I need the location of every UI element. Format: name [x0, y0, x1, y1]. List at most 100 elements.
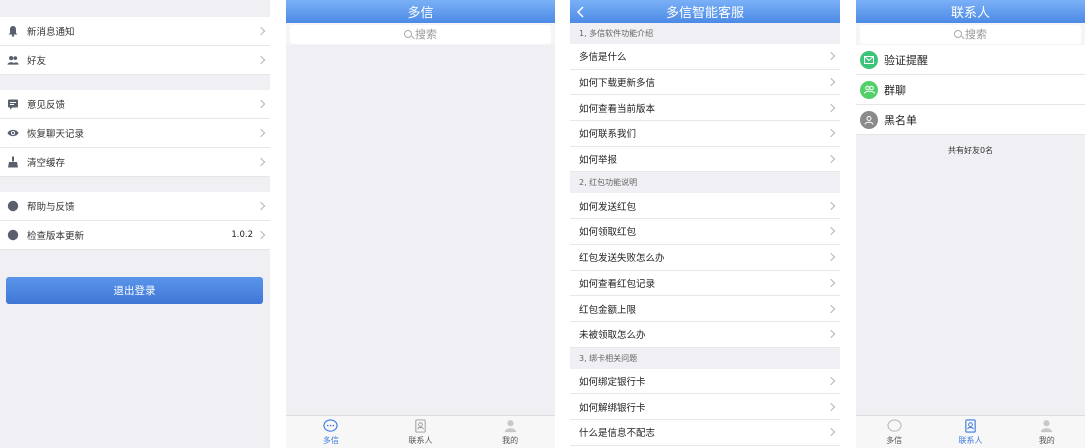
contacts-list: 验证提醒 群聊 黑名单: [856, 45, 1085, 135]
search-icon: [954, 30, 962, 38]
envelope-icon: [860, 50, 878, 69]
screenshot-stage: 新消息通知 好友 意见反馈 恢复聊天记录 清空缓存 帮助与反馈 检查版本更新 1…: [0, 0, 1085, 448]
settings-item-friends[interactable]: 好友: [0, 46, 270, 75]
settings-item-clear-cache[interactable]: 清空缓存: [0, 148, 270, 177]
contact-item-blacklist[interactable]: 黑名单: [856, 105, 1085, 135]
tab-label: 我的: [502, 435, 519, 445]
contacts-icon: [965, 418, 976, 433]
faq-item[interactable]: 红包金额上限: [570, 296, 840, 322]
contacts-search-bar: 搜索: [856, 23, 1085, 45]
tab-chats[interactable]: 多信: [856, 416, 932, 448]
search-input[interactable]: 搜索: [290, 24, 551, 44]
tab-label: 联系人: [408, 435, 433, 445]
tab-label: 多信: [886, 435, 903, 445]
blacklist-icon: [860, 110, 878, 129]
bell-icon: [7, 25, 19, 37]
eye-icon: [7, 127, 19, 139]
chevron-right-icon: [256, 230, 266, 240]
faq-item[interactable]: 如何联系我们: [570, 121, 840, 147]
search-placeholder: 搜索: [965, 28, 987, 41]
settings-item-label: 意见反馈: [27, 100, 66, 111]
faq-item-label: 红包金额上限: [579, 304, 637, 316]
chevron-right-icon: [826, 252, 836, 262]
faq-item[interactable]: 如何查看红包记录: [570, 270, 840, 297]
tab-me[interactable]: 我的: [1009, 416, 1085, 448]
faq-item-label: 如何联系我们: [579, 129, 637, 141]
faq-item-label: 如何领取红包: [579, 227, 637, 239]
tab-contacts[interactable]: 联系人: [376, 416, 466, 448]
contact-item-label: 群聊: [884, 83, 906, 97]
settings-panel: 新消息通知 好友 意见反馈 恢复聊天记录 清空缓存 帮助与反馈 检查版本更新 1…: [0, 0, 270, 448]
tab-me[interactable]: 我的: [465, 416, 555, 448]
chevron-right-icon: [826, 402, 836, 411]
chats-header: 多信: [286, 0, 555, 23]
feedback-icon: [7, 98, 19, 110]
service-panel: 多信智能客服 1, 多信软件功能介绍 多信是什么 如何下载更新多信 如何查看当前…: [570, 0, 840, 448]
faq-item-label: 如何绑定银行卡: [579, 376, 646, 388]
faq-item[interactable]: 红包发送失败怎么办: [570, 244, 840, 271]
faq-item[interactable]: 如何发送红包: [570, 193, 840, 220]
chats-search-bar: 搜索: [286, 23, 555, 45]
faq-item[interactable]: 如何绑定银行卡: [570, 368, 840, 395]
settings-group-3: 帮助与反馈 检查版本更新 1.0.2: [0, 192, 270, 250]
faq-item[interactable]: 多信是什么: [570, 44, 840, 70]
tab-label: 我的: [1038, 435, 1055, 445]
contacts-panel: 联系人 搜索 验证提醒 群聊 黑名单 共有好友0名 多信 联系人 我的: [856, 0, 1085, 448]
faq-item[interactable]: 如何举报: [570, 146, 840, 173]
faq-item[interactable]: 什么是信息不配志: [570, 419, 840, 446]
faq-item-label: 如何发送红包: [579, 201, 637, 213]
settings-item-feedback[interactable]: 意见反馈: [0, 90, 270, 119]
tab-chats[interactable]: 多信: [286, 416, 376, 448]
faq-item[interactable]: 如何下载更新多信: [570, 69, 840, 96]
faq-list: 1, 多信软件功能介绍 多信是什么 如何下载更新多信 如何查看当前版本 如何联系…: [570, 23, 840, 446]
chevron-right-icon: [256, 55, 266, 65]
contact-item-label: 验证提醒: [884, 53, 928, 67]
person-icon: [504, 419, 516, 432]
page-title: 联系人: [950, 6, 990, 21]
faq-item-label: 多信是什么: [579, 52, 627, 64]
settings-item-label: 好友: [27, 56, 47, 67]
chevron-right-icon: [256, 157, 266, 167]
faq-item[interactable]: 未被领取怎么办: [570, 321, 840, 348]
tab-contacts[interactable]: 联系人: [932, 416, 1008, 448]
friends-icon: [7, 54, 19, 66]
chevron-right-icon: [826, 278, 836, 288]
chat-bubble-icon: [887, 418, 902, 432]
logout-button[interactable]: 退出登录: [6, 277, 263, 304]
chevron-right-icon: [826, 227, 836, 236]
contact-item-verify[interactable]: 验证提醒: [856, 45, 1085, 75]
chevron-right-icon: [826, 103, 836, 112]
settings-group-2: 意见反馈 恢复聊天记录 清空缓存: [0, 90, 270, 177]
tab-label: 联系人: [958, 435, 983, 445]
faq-item-label: 红包发送失败怎么办: [579, 253, 665, 265]
back-icon[interactable]: [576, 0, 584, 23]
person-icon: [1041, 419, 1053, 432]
chevron-right-icon: [826, 428, 836, 437]
search-placeholder: 搜索: [415, 28, 437, 41]
update-icon: [7, 229, 19, 241]
chevron-right-icon: [826, 129, 836, 138]
chevron-right-icon: [256, 99, 266, 109]
faq-item-label: 如何查看当前版本: [579, 103, 656, 115]
faq-item[interactable]: 如何查看当前版本: [570, 95, 840, 122]
chats-panel: 多信 搜索 多信 联系人 我的: [286, 0, 555, 448]
faq-section-header: 2, 红包功能说明: [570, 172, 840, 194]
faq-item-label: 如何解绑银行卡: [579, 402, 646, 414]
contact-item-group[interactable]: 群聊: [856, 75, 1085, 105]
settings-item-notifications[interactable]: 新消息通知: [0, 17, 270, 46]
settings-item-check-update[interactable]: 检查版本更新 1.0.2: [0, 221, 270, 250]
faq-item-label: 如何下载更新多信: [579, 78, 656, 90]
faq-item[interactable]: 如何解绑银行卡: [570, 394, 840, 420]
section-gap: [0, 177, 270, 192]
tab-label: 多信: [322, 435, 339, 445]
settings-item-help[interactable]: 帮助与反馈: [0, 192, 270, 221]
settings-item-restore-chat[interactable]: 恢复聊天记录: [0, 119, 270, 148]
faq-item[interactable]: 如何领取红包: [570, 219, 840, 245]
broom-icon: [7, 156, 19, 168]
chevron-right-icon: [256, 26, 266, 36]
settings-item-label: 新消息通知: [27, 27, 75, 38]
search-input[interactable]: 搜索: [860, 24, 1081, 44]
faq-section-header: 1, 多信软件功能介绍: [570, 23, 840, 44]
chevron-right-icon: [826, 77, 836, 87]
bottom-tab-bar: 多信 联系人 我的: [286, 415, 555, 448]
